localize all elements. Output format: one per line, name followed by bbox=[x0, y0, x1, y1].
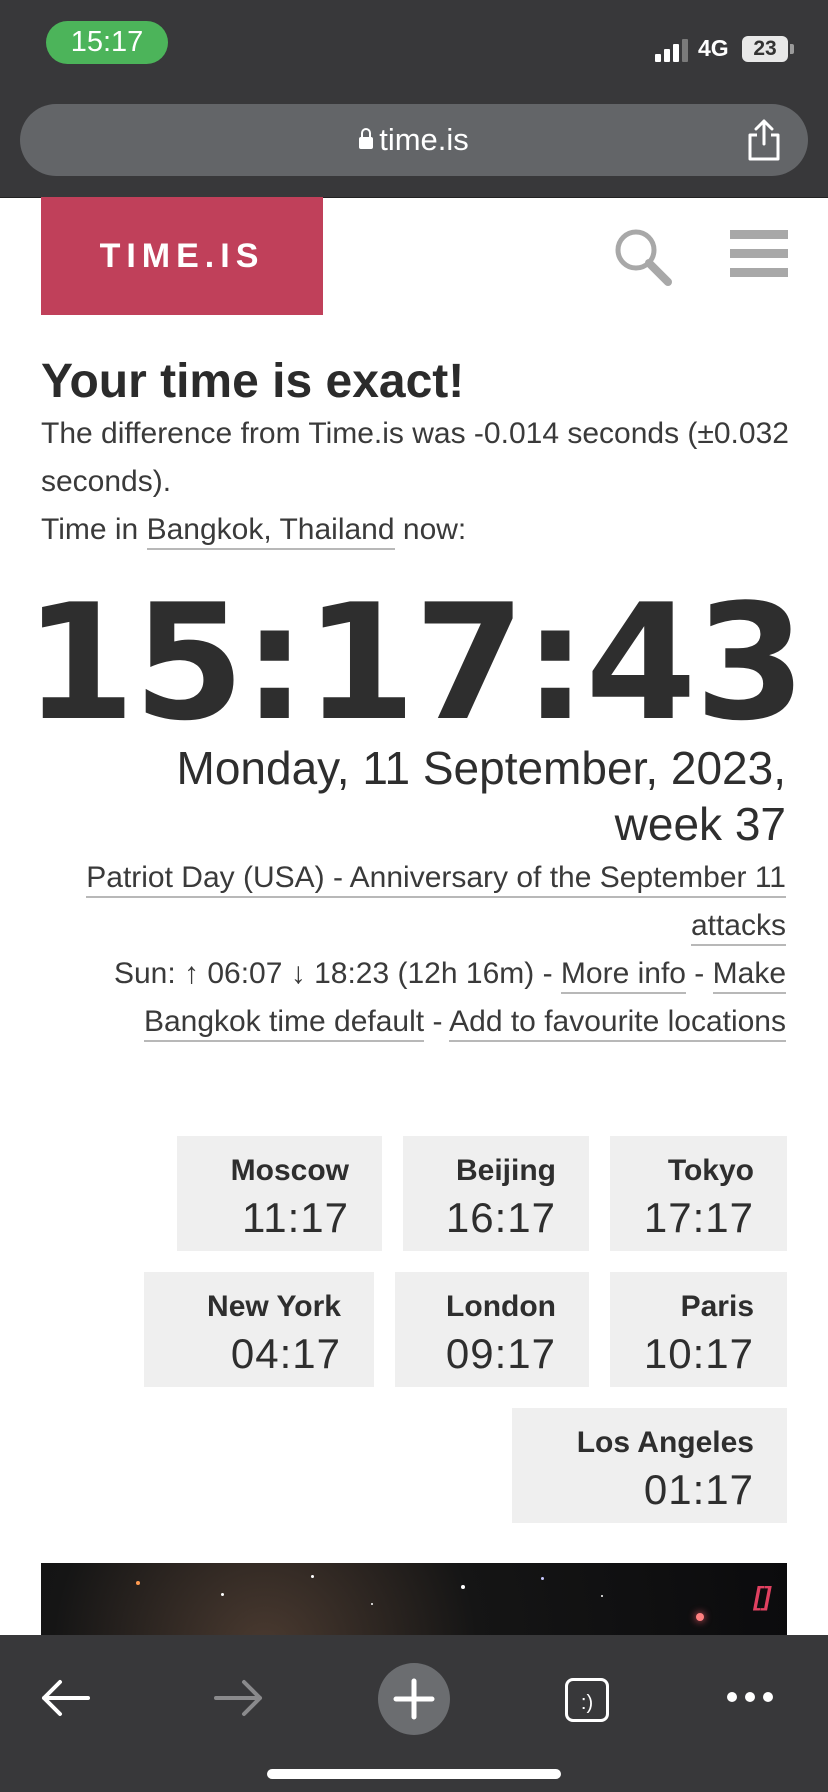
city-name: Paris bbox=[680, 1290, 754, 1323]
star bbox=[696, 1613, 704, 1621]
url-display[interactable]: time.is bbox=[20, 104, 808, 176]
lock-icon bbox=[359, 128, 374, 149]
city-time: 10:17 bbox=[643, 1330, 754, 1377]
page-headline: Your time is exact! bbox=[41, 355, 465, 408]
city-name: Moscow bbox=[230, 1154, 349, 1187]
date-text: Monday, 11 September, 2023, bbox=[176, 742, 786, 794]
add-favourite-link[interactable]: Add to favourite locations bbox=[449, 1005, 786, 1042]
location-suffix: now: bbox=[394, 513, 467, 546]
space-photo[interactable]: [] bbox=[41, 1563, 787, 1635]
browser-toolbar: time.is bbox=[0, 98, 828, 198]
status-bar: 15:17 4G 23 bbox=[0, 0, 828, 98]
tabs-button[interactable]: :) bbox=[565, 1678, 609, 1722]
forward-arrow-icon[interactable] bbox=[212, 1677, 266, 1719]
separator: - bbox=[424, 1005, 450, 1038]
more-info-link[interactable]: More info bbox=[560, 957, 686, 994]
city-name: Beijing bbox=[455, 1154, 556, 1187]
ad-marker[interactable]: [] bbox=[754, 1581, 771, 1612]
city-time: 11:17 bbox=[242, 1194, 349, 1241]
address-bar[interactable]: time.is bbox=[20, 104, 808, 176]
star bbox=[136, 1581, 140, 1585]
home-indicator bbox=[267, 1769, 561, 1779]
star bbox=[461, 1585, 465, 1589]
star bbox=[311, 1575, 314, 1578]
city-time: 17:17 bbox=[643, 1194, 754, 1241]
site-logo[interactable]: TIME.IS bbox=[41, 197, 323, 315]
star bbox=[601, 1595, 603, 1597]
city-tile-moscow[interactable]: Moscow 11:17 bbox=[177, 1136, 382, 1251]
city-name: Los Angeles bbox=[576, 1426, 754, 1459]
city-tile-paris[interactable]: Paris 10:17 bbox=[610, 1272, 787, 1387]
battery-tip bbox=[790, 44, 794, 54]
week-text: week 37 bbox=[614, 798, 786, 850]
sun-info: Sun: ↑ 06:07 ↓ 18:23 (12h 16m) - bbox=[113, 957, 561, 990]
location-line: Time in Bangkok, Thailand now: bbox=[41, 506, 466, 554]
date-display: Monday, 11 September, 2023, week 37 bbox=[26, 740, 786, 852]
location-prefix: Time in bbox=[41, 513, 147, 546]
bottom-toolbar: :) bbox=[0, 1635, 828, 1792]
url-text: time.is bbox=[379, 122, 469, 157]
separator: - bbox=[685, 957, 713, 990]
battery-icon: 23 bbox=[742, 36, 788, 62]
menu-icon[interactable] bbox=[730, 228, 788, 280]
status-time: 15:17 bbox=[46, 21, 168, 64]
city-name: New York bbox=[207, 1290, 341, 1323]
city-tile-new-york[interactable]: New York 04:17 bbox=[144, 1272, 374, 1387]
signal-icon bbox=[655, 39, 688, 62]
back-arrow-icon[interactable] bbox=[38, 1677, 92, 1719]
city-tile-tokyo[interactable]: Tokyo 17:17 bbox=[610, 1136, 787, 1251]
search-icon[interactable] bbox=[612, 226, 674, 288]
star bbox=[541, 1577, 544, 1580]
city-time: 04:17 bbox=[230, 1330, 341, 1377]
location-link[interactable]: Bangkok, Thailand bbox=[146, 513, 395, 550]
star bbox=[371, 1603, 373, 1605]
city-name: Tokyo bbox=[667, 1154, 754, 1187]
time-difference-text: The difference from Time.is was -0.014 s… bbox=[41, 417, 789, 498]
city-tile-beijing[interactable]: Beijing 16:17 bbox=[403, 1136, 589, 1251]
more-dots-icon[interactable] bbox=[726, 1687, 774, 1707]
info-block: Patriot Day (USA) - Anniversary of the S… bbox=[16, 854, 786, 1046]
city-tile-los-angeles[interactable]: Los Angeles 01:17 bbox=[512, 1408, 787, 1523]
main-clock: 15:17:43 bbox=[24, 569, 806, 756]
city-time: 09:17 bbox=[445, 1330, 556, 1377]
star bbox=[221, 1593, 224, 1596]
city-tile-london[interactable]: London 09:17 bbox=[395, 1272, 589, 1387]
city-name: London bbox=[446, 1290, 556, 1323]
holiday-link[interactable]: Patriot Day (USA) - Anniversary of the S… bbox=[86, 861, 786, 946]
network-label: 4G bbox=[698, 35, 729, 61]
city-time: 01:17 bbox=[643, 1466, 754, 1513]
new-tab-plus-icon[interactable] bbox=[378, 1663, 450, 1735]
share-icon[interactable] bbox=[744, 118, 784, 162]
city-time: 16:17 bbox=[445, 1194, 556, 1241]
